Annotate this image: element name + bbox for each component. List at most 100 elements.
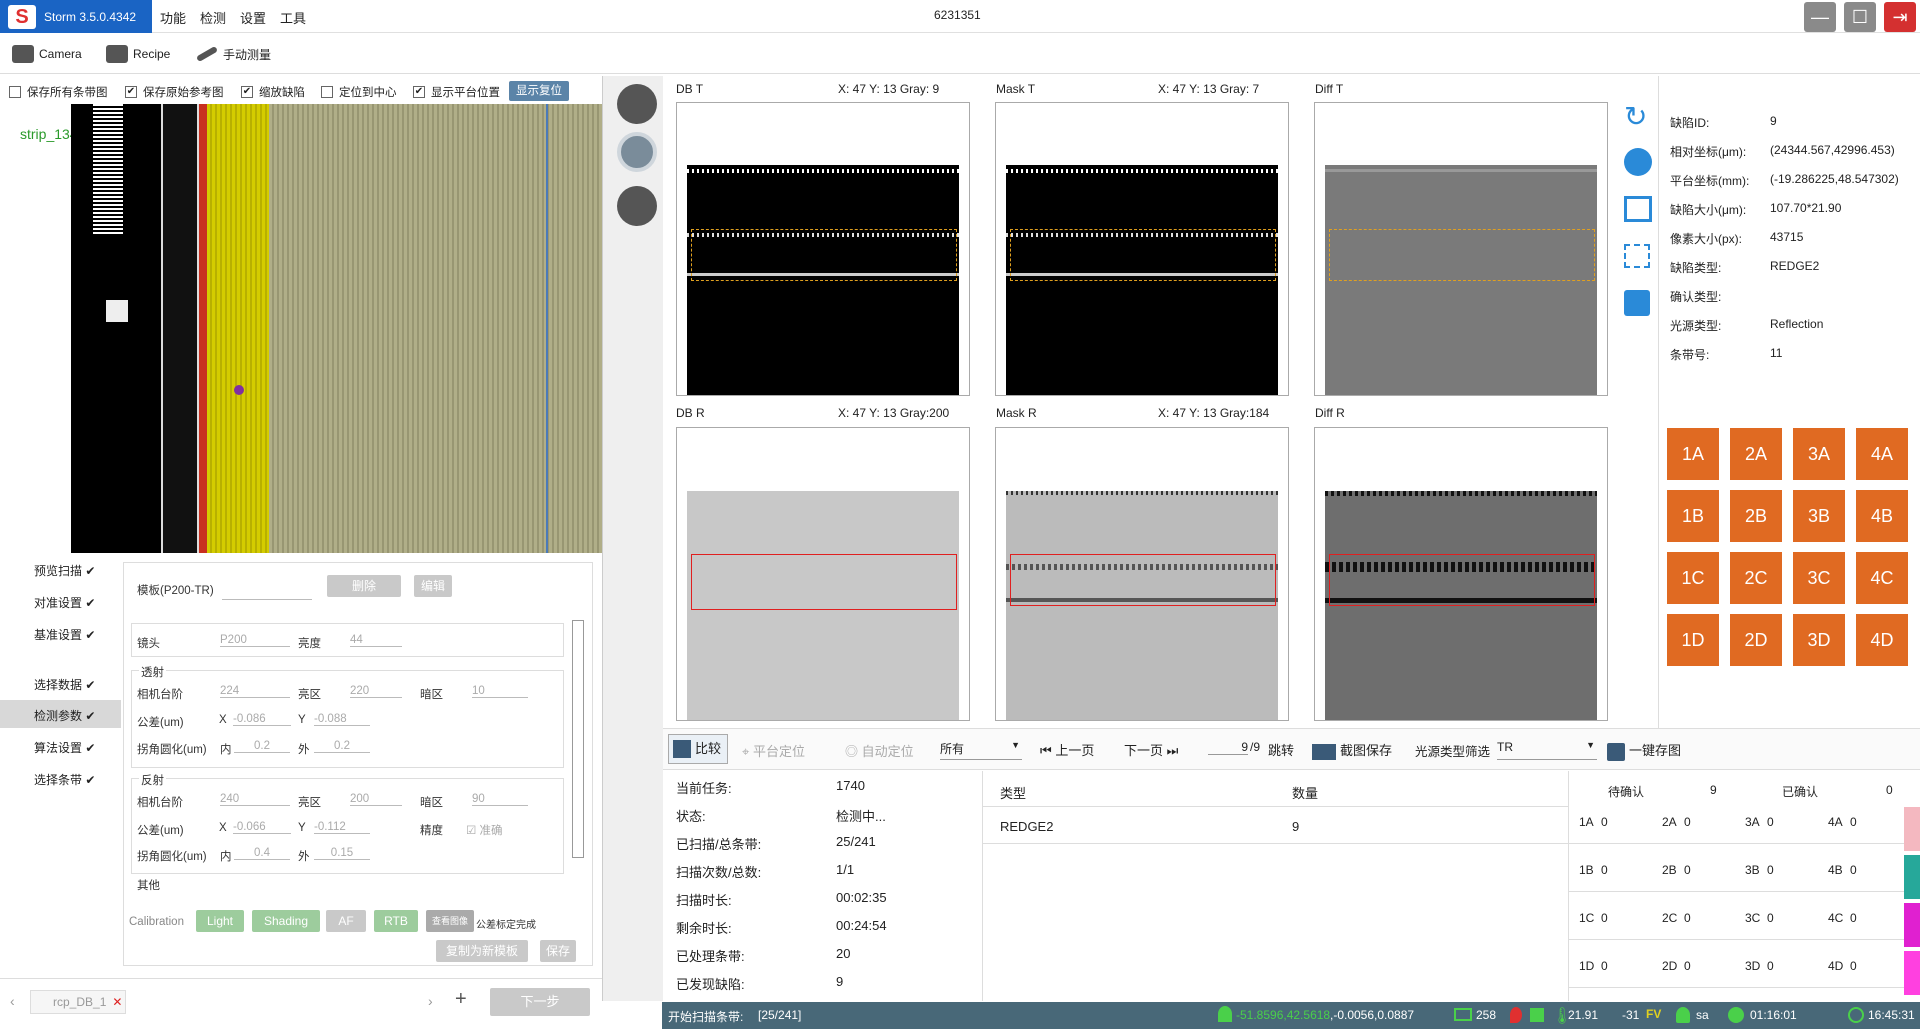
auto-locate-button[interactable]: ◎ 自动定位: [845, 741, 914, 760]
mask-r-image[interactable]: [995, 427, 1289, 721]
db-r-image[interactable]: [676, 427, 970, 721]
exit-button[interactable]: ⇥: [1884, 2, 1916, 32]
mask-t-image[interactable]: [995, 102, 1289, 396]
menu-inspect[interactable]: 检测: [200, 8, 226, 27]
next-step-button[interactable]: 下一步: [490, 988, 590, 1016]
t-y-input[interactable]: -0.088: [314, 713, 370, 726]
filter-select[interactable]: 所有 ▼: [940, 740, 1022, 760]
maximize-button[interactable]: ☐: [1844, 2, 1876, 32]
params-scrollbar[interactable]: [572, 620, 584, 858]
class-2a-button[interactable]: 2A: [1730, 428, 1782, 480]
strip-image[interactable]: [71, 104, 602, 553]
delete-button[interactable]: 删除: [327, 575, 401, 597]
t-outer-input[interactable]: 0.2: [314, 740, 370, 753]
menu-settings[interactable]: 设置: [240, 8, 266, 27]
class-4a-button[interactable]: 4A: [1856, 428, 1908, 480]
class-4d-button[interactable]: 4D: [1856, 614, 1908, 666]
checkbox-box[interactable]: [321, 86, 333, 98]
light-filter-select[interactable]: TR ▼: [1497, 740, 1597, 760]
checkbox-save-ref[interactable]: ✔ 保存原始参考图: [125, 84, 224, 100]
calib-shading-button[interactable]: Shading: [252, 910, 320, 932]
checkbox-zoom-defect[interactable]: ✔ 缩放缺陷: [241, 84, 305, 100]
menu-tools[interactable]: 工具: [280, 8, 306, 27]
step-inspect-params[interactable]: 检测参数 ✔: [34, 707, 95, 724]
template-select[interactable]: [222, 580, 312, 600]
edit-button[interactable]: 编辑: [414, 575, 452, 597]
calib-light-button[interactable]: Light: [196, 910, 244, 932]
camera-icon[interactable]: [617, 84, 657, 124]
class-3c-button[interactable]: 3C: [1793, 552, 1845, 604]
next-page-button[interactable]: 下一页 ⏭: [1124, 740, 1178, 759]
checkbox-center[interactable]: 定位到中心: [321, 84, 397, 100]
step-algorithm[interactable]: 算法设置 ✔: [34, 739, 95, 756]
t-dark-input[interactable]: 10: [472, 685, 528, 698]
r-y-input[interactable]: -0.112: [314, 821, 370, 834]
lens-select[interactable]: P200: [220, 634, 290, 647]
r-precision-checkbox[interactable]: ☑ 准确: [466, 822, 503, 838]
class-1b-button[interactable]: 1B: [1667, 490, 1719, 542]
page-input[interactable]: 9: [1208, 740, 1248, 755]
class-3a-button[interactable]: 3A: [1793, 428, 1845, 480]
defect-marker[interactable]: [234, 385, 244, 395]
class-2d-button[interactable]: 2D: [1730, 614, 1782, 666]
recipe-tab[interactable]: rcp_DB_1 ✕: [30, 990, 126, 1014]
camera-button[interactable]: Camera: [12, 42, 82, 66]
db-t-image[interactable]: [676, 102, 970, 396]
manual-measure-button[interactable]: 手动测量: [195, 42, 271, 66]
view-image-button[interactable]: 查看图像: [426, 910, 474, 932]
r-x-input[interactable]: -0.066: [233, 821, 291, 834]
t-inner-input[interactable]: 0.2: [234, 740, 290, 753]
r-cam-select[interactable]: 240: [220, 793, 290, 806]
class-3b-button[interactable]: 3B: [1793, 490, 1845, 542]
fit-view-icon[interactable]: [1624, 196, 1652, 222]
refresh-icon[interactable]: ↻: [1624, 100, 1647, 133]
table-row[interactable]: [983, 808, 1568, 844]
class-1c-button[interactable]: 1C: [1667, 552, 1719, 604]
r-outer-input[interactable]: 0.15: [314, 847, 370, 860]
screenshot-save-button[interactable]: 截图保存: [1312, 740, 1392, 760]
step-select-data[interactable]: 选择数据 ✔: [34, 676, 95, 693]
class-4c-button[interactable]: 4C: [1856, 552, 1908, 604]
step-reference[interactable]: 基准设置 ✔: [34, 626, 95, 643]
checkbox-save-all-strips[interactable]: 保存所有条带图: [9, 84, 108, 100]
close-icon[interactable]: ✕: [112, 995, 122, 1009]
class-1d-button[interactable]: 1D: [1667, 614, 1719, 666]
diff-t-image[interactable]: [1314, 102, 1608, 396]
checkbox-box[interactable]: ✔: [125, 86, 137, 98]
copy-template-button[interactable]: 复制为新模板: [436, 940, 528, 962]
calib-af-button[interactable]: AF: [326, 910, 366, 932]
checkbox-show-platform[interactable]: ✔ 显示平台位置: [413, 84, 500, 100]
compare-button[interactable]: 比较: [668, 734, 728, 764]
minimize-button[interactable]: —: [1804, 2, 1836, 32]
class-2b-button[interactable]: 2B: [1730, 490, 1782, 542]
palette-icon[interactable]: [1624, 148, 1652, 176]
step-select-strip[interactable]: 选择条带 ✔: [34, 771, 95, 788]
recipe-button[interactable]: Recipe: [106, 42, 170, 66]
brightness-input[interactable]: 44: [350, 634, 402, 647]
grid-view-icon[interactable]: [617, 132, 657, 172]
class-1a-button[interactable]: 1A: [1667, 428, 1719, 480]
step-align[interactable]: 对准设置 ✔: [34, 594, 95, 611]
class-2c-button[interactable]: 2C: [1730, 552, 1782, 604]
t-cam-select[interactable]: 224: [220, 685, 290, 698]
save-icon[interactable]: [1624, 290, 1650, 316]
save-all-button[interactable]: 一键存图: [1607, 740, 1681, 761]
t-x-input[interactable]: -0.086: [233, 713, 291, 726]
select-region-icon[interactable]: [1624, 244, 1650, 268]
checkbox-box[interactable]: [9, 86, 21, 98]
step-preview-scan[interactable]: 预览扫描 ✔: [34, 562, 95, 579]
calib-rtb-button[interactable]: RTB: [374, 910, 418, 932]
jump-button[interactable]: 跳转: [1268, 740, 1294, 759]
scroll-left-icon[interactable]: ‹: [10, 993, 15, 1009]
class-3d-button[interactable]: 3D: [1793, 614, 1845, 666]
save-template-button[interactable]: 保存: [540, 940, 576, 962]
add-tab-icon[interactable]: +: [455, 988, 467, 1011]
diff-r-image[interactable]: [1314, 427, 1608, 721]
class-4b-button[interactable]: 4B: [1856, 490, 1908, 542]
r-inner-input[interactable]: 0.4: [234, 847, 290, 860]
show-reset-button[interactable]: 显示复位: [509, 81, 569, 101]
platform-locate-button[interactable]: ⌖ 平台定位: [742, 741, 805, 760]
r-bright-input[interactable]: 200: [350, 793, 402, 806]
checkbox-box[interactable]: ✔: [241, 86, 253, 98]
t-bright-input[interactable]: 220: [350, 685, 402, 698]
